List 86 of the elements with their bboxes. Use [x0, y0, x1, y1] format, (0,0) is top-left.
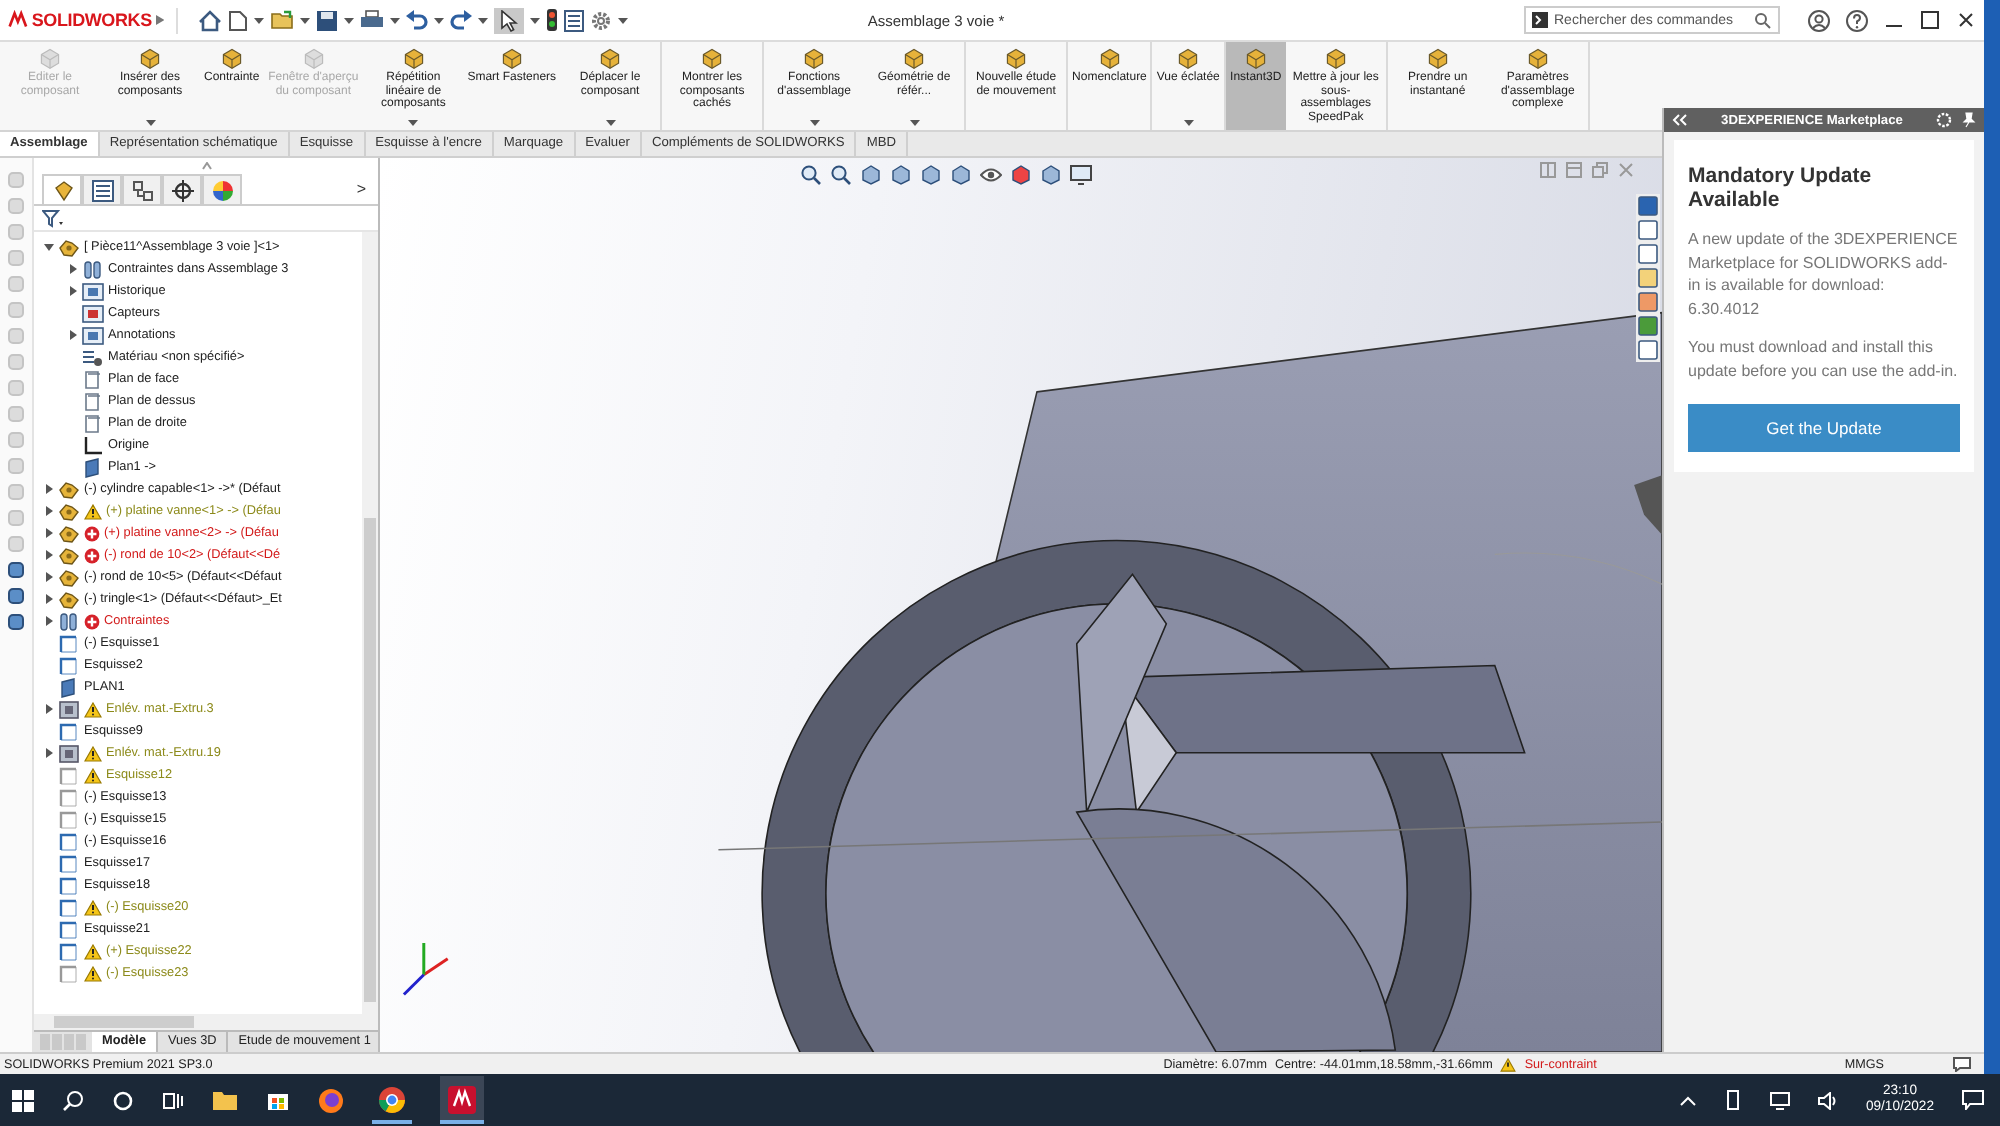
redo-icon[interactable] [450, 10, 472, 30]
component-icon [51, 179, 73, 201]
expand-arrow-icon[interactable] [67, 286, 77, 296]
expand-arrow-icon[interactable] [155, 14, 164, 26]
expand-arrow-icon[interactable] [43, 748, 53, 758]
shopping-bag-icon[interactable] [266, 1088, 290, 1112]
expand-arrow-icon[interactable] [67, 330, 77, 340]
caret-icon[interactable] [1183, 120, 1194, 126]
expand-arrow-icon[interactable] [43, 550, 53, 560]
vertical-scrollbar[interactable] [362, 232, 378, 1014]
cad-app-taskbar-button[interactable] [440, 1076, 484, 1124]
update-heading: Mandatory Update Available [1688, 164, 1874, 212]
expand-arrow-icon[interactable] [67, 264, 77, 274]
update-message: You must download and install this update before you can use the add-in. [1688, 336, 1960, 384]
monitor-icon[interactable] [1070, 164, 1092, 186]
caret-icon[interactable] [909, 120, 920, 126]
caret-icon[interactable] [344, 17, 354, 23]
axis-triad-icon [402, 943, 449, 996]
maximize-icon[interactable] [1920, 10, 1940, 30]
open-folder-icon[interactable] [270, 10, 294, 30]
caret-up-icon[interactable] [1679, 1095, 1696, 1105]
expand-arrow-icon[interactable] [43, 528, 53, 538]
save-icon[interactable] [316, 9, 338, 31]
caret-icon[interactable] [530, 17, 540, 23]
logo-icon [8, 10, 28, 30]
color-wheel-icon [211, 179, 233, 201]
command-prompt-icon[interactable] [1532, 12, 1548, 28]
user-icon[interactable] [1808, 9, 1830, 31]
update-message: A new update of the 3DEXPERIENCE Marketplace for SOLIDWORKS add-in is available for download: 6.30.4012 [1688, 228, 1960, 321]
close-icon[interactable] [1956, 10, 1976, 30]
print-icon[interactable] [360, 10, 384, 30]
windows-logo-icon[interactable] [12, 1089, 34, 1111]
expand-arrow-icon[interactable] [43, 572, 53, 582]
notification-icon[interactable] [1962, 1090, 1984, 1110]
browser-icon[interactable] [318, 1087, 344, 1113]
filter-icon[interactable] [42, 209, 64, 227]
task-view-icon[interactable] [162, 1089, 184, 1111]
expand-arrow-icon[interactable] [43, 506, 53, 516]
browser-icon [378, 1086, 406, 1114]
search-icon[interactable] [62, 1089, 84, 1111]
caret-icon[interactable] [478, 17, 488, 23]
document-tree-icon [131, 179, 153, 201]
get-update-button[interactable]: Get the Update [1688, 403, 1960, 452]
pointer-icon [500, 9, 518, 31]
warning-icon [1500, 1057, 1517, 1071]
traffic-light-icon[interactable] [546, 8, 558, 32]
monitor-icon[interactable] [1769, 1091, 1790, 1109]
expand-arrow-icon[interactable] [43, 594, 53, 604]
eye-icon[interactable] [980, 164, 1002, 186]
caret-icon[interactable] [408, 120, 419, 126]
dimxpert-tab[interactable] [162, 174, 202, 204]
collapse-panel-icon[interactable] [1672, 114, 1688, 126]
caret-icon[interactable] [145, 120, 155, 126]
configuration-manager-tab[interactable] [122, 174, 162, 204]
app-name: SOLIDWORKS [31, 10, 152, 30]
caret-icon[interactable] [254, 17, 264, 23]
collapse-arrow-icon[interactable] [43, 242, 53, 252]
file-properties-icon[interactable] [564, 9, 584, 31]
app-logo-icon [448, 1086, 476, 1114]
collapse-handle-icon[interactable] [201, 162, 211, 170]
zoom-fit-icon[interactable] [800, 164, 822, 186]
caret-icon[interactable] [618, 17, 628, 23]
new-document-icon[interactable] [228, 9, 248, 31]
caret-icon[interactable] [390, 17, 400, 23]
speaker-icon[interactable] [1817, 1091, 1838, 1109]
device-icon[interactable] [1723, 1090, 1742, 1110]
property-manager-tab[interactable] [82, 174, 122, 204]
horizontal-scrollbar[interactable] [34, 1014, 378, 1030]
help-icon[interactable] [1846, 9, 1868, 31]
pin-icon[interactable] [1960, 112, 1976, 128]
undo-icon[interactable] [406, 10, 428, 30]
expand-arrow-icon[interactable] [43, 704, 53, 714]
settings-icon[interactable] [590, 9, 612, 31]
chat-bubble-icon[interactable] [1952, 1056, 1972, 1072]
display-manager-tab[interactable] [202, 174, 242, 204]
zoom-area-icon[interactable] [830, 164, 852, 186]
caret-icon[interactable] [300, 17, 310, 23]
caret-icon[interactable] [605, 120, 616, 126]
more-tabs-arrow[interactable]: > [356, 180, 366, 198]
expand-arrow-icon[interactable] [43, 616, 53, 626]
expand-arrow-icon[interactable] [43, 484, 53, 494]
feature-manager-tab[interactable] [42, 174, 82, 204]
caret-icon[interactable] [434, 17, 444, 23]
caret-icon[interactable] [809, 120, 820, 126]
select-button[interactable] [494, 7, 524, 33]
crosshair-icon [171, 179, 193, 201]
